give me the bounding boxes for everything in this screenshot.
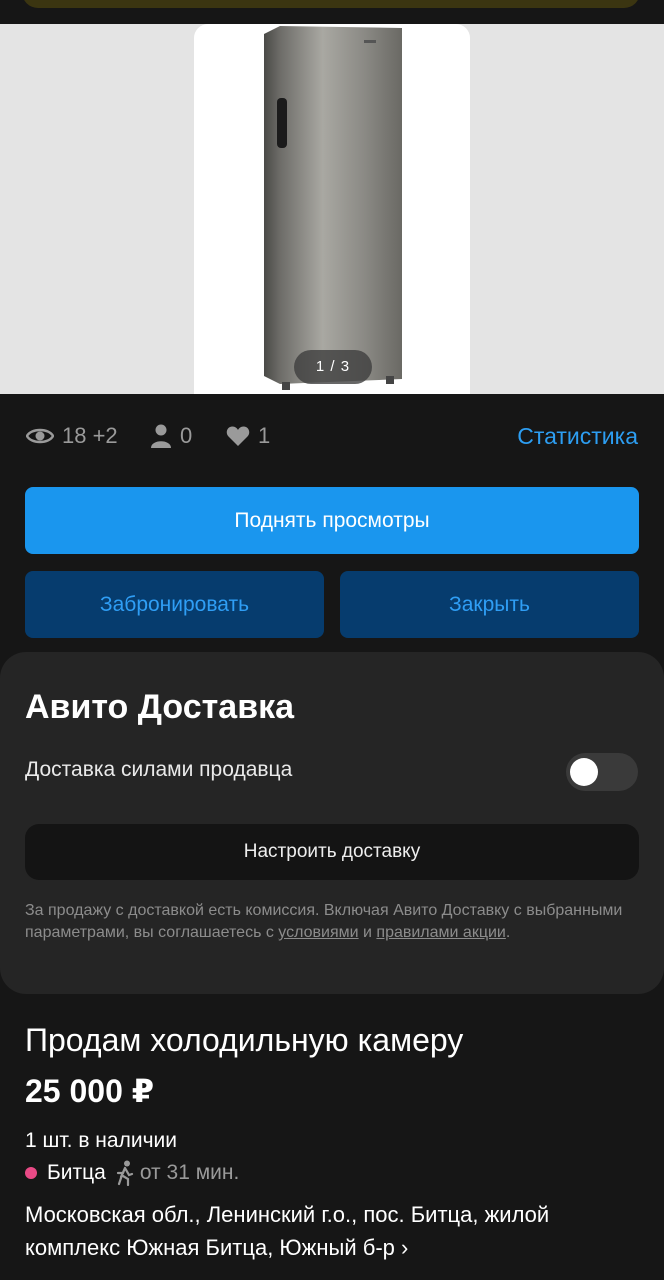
setup-delivery-button[interactable]: Настроить доставку — [25, 824, 639, 880]
listing-title: Продам холодильную камеру — [25, 1022, 464, 1058]
contacts-count: 0 — [180, 423, 193, 448]
views-count: 18 +2 — [62, 423, 118, 448]
eye-icon — [26, 428, 54, 444]
contacts-stat: 0 — [150, 410, 192, 462]
views-stat: 18 +2 — [26, 410, 118, 462]
listing-price: 25 000 ₽ — [25, 1073, 155, 1109]
metro-info: Битца от 31 мин. — [25, 1157, 239, 1189]
statistics-link[interactable]: Статистика — [517, 410, 638, 462]
seller-delivery-toggle[interactable] — [566, 753, 638, 791]
delivery-commission-note: За продажу с доставкой есть комиссия. Вк… — [25, 900, 635, 944]
address-text: Московская обл., Ленинский г.о., пос. Би… — [25, 1202, 550, 1260]
promo-rules-link[interactable]: правилами акции — [376, 924, 505, 941]
terms-link[interactable]: условиями — [278, 924, 358, 941]
listing-stats: 18 +2 0 1 Статистика — [0, 410, 664, 462]
delivery-card: Авито Доставка Доставка силами продавца … — [0, 652, 664, 994]
photo-gallery[interactable]: 1 / 3 — [0, 24, 664, 394]
heart-icon — [226, 426, 250, 446]
favorites-count: 1 — [258, 423, 271, 448]
boost-views-button[interactable]: Поднять просмотры — [25, 487, 639, 554]
favorites-stat: 1 — [226, 410, 270, 462]
chevron-right-icon: › — [401, 1235, 409, 1260]
refrigerator-image — [264, 26, 402, 390]
metro-line-dot — [25, 1167, 37, 1179]
seller-delivery-label: Доставка силами продавца — [25, 758, 293, 781]
note-and: и — [358, 924, 377, 941]
note-suffix: . — [505, 924, 511, 941]
stock-status: 1 шт. в наличии — [25, 1129, 177, 1152]
reserve-button[interactable]: Забронировать — [25, 571, 324, 638]
delivery-title: Авито Доставка — [25, 688, 295, 726]
metro-walk-time: от 31 мин. — [139, 1161, 240, 1184]
toggle-knob — [570, 758, 598, 786]
metro-station: Битца — [47, 1161, 106, 1184]
photo-counter: 1 / 3 — [294, 350, 372, 384]
walking-icon — [116, 1160, 133, 1186]
person-icon — [151, 424, 171, 448]
listing-photo[interactable] — [194, 24, 470, 394]
close-listing-button[interactable]: Закрыть — [340, 571, 639, 638]
listing-address[interactable]: Московская обл., Ленинский г.о., пос. Би… — [25, 1198, 645, 1264]
top-bar-remnant — [22, 0, 640, 8]
